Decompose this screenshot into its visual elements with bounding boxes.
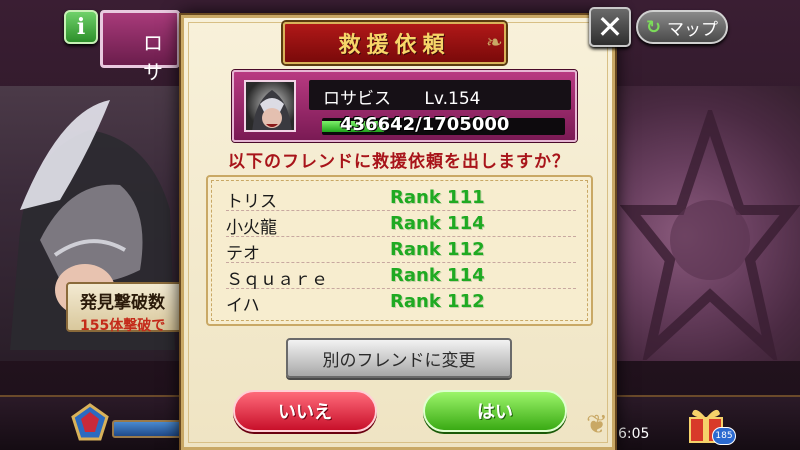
boss-portrait-image [252,90,292,130]
friend-list: トリス Rank 111 小火龍 Rank 114 テオ Rank 112 Ｓｑ… [206,175,593,326]
change-friend-button[interactable]: 別のフレンドに変更 [286,338,512,378]
friend-row[interactable]: 小火龍 Rank 114 [226,211,576,238]
boss-portrait [244,80,296,132]
discovery-subtitle: 155体撃破で [80,318,166,334]
friend-name: Ｓｑｕａｒｅ [226,270,328,290]
info-button[interactable]: i [64,10,98,44]
map-button-label: マップ [667,19,719,40]
friend-name: 小火龍 [226,218,277,238]
friend-rank: Rank 112 [390,291,485,312]
gift-count-badge: 185 [712,427,736,445]
friend-rank: Rank 114 [390,213,485,234]
boss-name: ロサビス [323,89,391,109]
title-ornament-right: ❧ [486,30,503,54]
friend-row[interactable]: テオ Rank 112 [226,237,576,264]
friend-name: テオ [226,244,260,264]
close-icon: ✕ [596,8,624,46]
dialog-title-plate: 救援依頼 [283,22,506,64]
friend-rank: Rank 112 [390,239,485,260]
boss-level: Lv.154 [424,89,481,109]
stamina-gauge [112,420,182,438]
map-button[interactable]: ↻ マップ [636,10,728,44]
dialog-title: 救援依頼 [338,32,451,58]
discovery-count-plate: 発見撃破数 155体撃破で [66,282,186,334]
info-icon: i [76,14,86,40]
friend-row[interactable]: Ｓｑｕａｒｅ Rank 114 [226,263,576,290]
boss-hp-text: 436642/1705000 [340,114,510,135]
rescue-question: 以下のフレンドに救援依頼を出しますか？ [228,152,570,172]
refresh-icon: ↻ [645,16,662,38]
pentagram-emblem [620,110,800,360]
gem-icon[interactable] [70,402,110,442]
boss-name-plate: ロサビス Lv.154 [309,80,571,110]
dialog-corner-ornament: ❦ [586,410,608,440]
friend-row[interactable]: イハ Rank 112 [226,289,576,316]
friend-rank: Rank 114 [390,265,485,286]
close-button[interactable]: ✕ [589,7,631,47]
friend-name: イハ [226,296,260,316]
friend-name: トリス [226,192,277,212]
stage-name-plate: ロサ [100,10,180,84]
stage-name-text: ロサ [143,31,163,84]
no-button[interactable]: いいえ [233,390,377,432]
friend-rank: Rank 111 [390,187,485,208]
discovery-title: 発見撃破数 [80,293,165,313]
stamina-timer: 6:05 [618,426,650,442]
yes-button[interactable]: はい [423,390,567,432]
friend-row[interactable]: トリス Rank 111 [226,185,576,212]
